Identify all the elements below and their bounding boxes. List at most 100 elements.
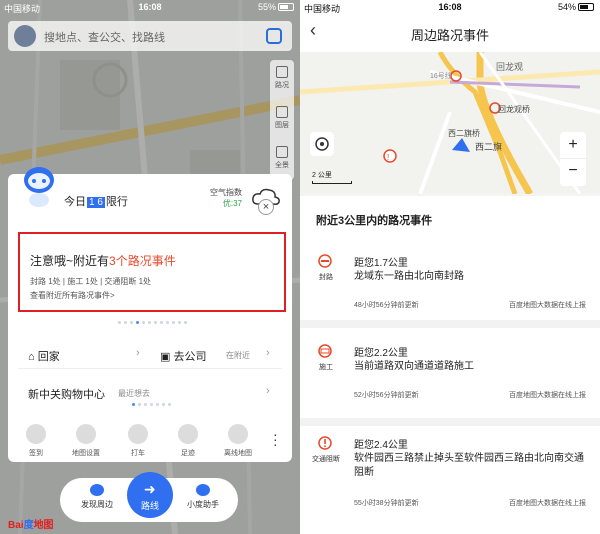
more-icon[interactable]: · · · bbox=[273, 427, 278, 451]
eye-icon bbox=[90, 484, 104, 496]
map-label-line16: 16号线 bbox=[430, 71, 452, 80]
robot-mascot-icon bbox=[24, 167, 54, 207]
battery-indicator: 55% bbox=[258, 2, 294, 12]
route-button[interactable]: ➜ 路线 bbox=[127, 472, 173, 518]
crosshair-icon bbox=[315, 137, 329, 151]
location-pin-icon bbox=[26, 424, 46, 444]
recent-note: 最近想去 bbox=[118, 389, 150, 398]
map-label-huilongguan-bridge: 回龙观桥 bbox=[498, 104, 530, 114]
panorama-icon bbox=[276, 146, 288, 158]
map-settings-button[interactable]: 地图设置 bbox=[66, 424, 106, 458]
zoom-out-button[interactable]: − bbox=[560, 159, 586, 186]
assistant-button[interactable]: 小度助手 bbox=[178, 484, 228, 510]
event-distance: 距您2.4公里 bbox=[354, 440, 408, 451]
traffic-alert-box[interactable]: 注意哦~附近有3个路况事件 封路 1处 | 施工 1处 | 交通阻断 1处 查看… bbox=[18, 232, 286, 312]
battery-icon bbox=[578, 3, 594, 11]
taxi-button[interactable]: 打车 bbox=[118, 424, 158, 458]
search-input[interactable]: 搜地点、查公交、找路线 bbox=[44, 29, 165, 45]
offline-map-button[interactable]: 离线地图 bbox=[218, 424, 258, 458]
event-category: 封路 bbox=[319, 274, 333, 281]
traffic-blocked-icon bbox=[318, 436, 332, 450]
event-card[interactable]: 交通阻断 距您2.4公里 软件园西三路禁止掉头至软件园西三路由北向南交通阻断 5… bbox=[308, 436, 592, 516]
section-title: 附近3公里内的路况事件 bbox=[316, 215, 433, 227]
chevron-right-icon: › bbox=[266, 385, 270, 397]
event-source: 百度地图大数据在线上报 bbox=[509, 302, 586, 309]
location-pin-icon bbox=[76, 424, 96, 444]
construction-icon bbox=[318, 344, 332, 358]
battery-percent: 55% bbox=[257, 2, 276, 12]
zoom-in-button[interactable]: + bbox=[560, 132, 586, 159]
battery-percent: 54% bbox=[557, 2, 576, 12]
status-bar: 中国移动 16:08 54% bbox=[300, 0, 600, 14]
traffic-icon bbox=[276, 66, 288, 78]
map-label-huilongguan: 回龙观 bbox=[496, 61, 523, 72]
events-list: 附近3公里内的路况事件 封路 距您1.7公里 龙域东一路由北向南封路 48小时5… bbox=[300, 196, 600, 534]
assistant-icon bbox=[196, 484, 210, 496]
footprint-button[interactable]: 足迹 bbox=[168, 424, 208, 458]
svg-text:!: ! bbox=[387, 153, 389, 162]
battery-indicator: 54% bbox=[558, 2, 594, 12]
clock: 16:08 bbox=[438, 2, 462, 12]
discover-nearby-button[interactable]: 发现周边 bbox=[72, 484, 122, 510]
battery-icon bbox=[278, 3, 294, 11]
chevron-right-icon: › bbox=[266, 347, 270, 359]
view-all-events-link[interactable]: 查看附近所有路况事件> bbox=[30, 290, 115, 301]
company-note: 在附近 bbox=[226, 351, 250, 360]
layers-toggle[interactable]: 图层 bbox=[270, 100, 294, 140]
close-icon[interactable]: × bbox=[258, 199, 274, 215]
restriction-digits: 1 6 bbox=[87, 197, 105, 208]
event-source: 百度地图大数据在线上报 bbox=[509, 500, 586, 507]
avatar[interactable] bbox=[14, 25, 36, 47]
traffic-toggle[interactable]: 路况 bbox=[270, 60, 294, 100]
traffic-restriction: 今日 1 6 限行 bbox=[64, 196, 128, 208]
divider bbox=[300, 320, 600, 328]
event-category: 施工 bbox=[319, 364, 333, 371]
checkin-button[interactable]: 签到 bbox=[16, 424, 56, 458]
alert-summary: 封路 1处 | 施工 1处 | 交通阻断 1处 bbox=[30, 277, 152, 286]
carousel-dots bbox=[116, 321, 188, 324]
layers-icon bbox=[276, 106, 288, 118]
event-category: 交通阻断 bbox=[312, 456, 340, 463]
voice-icon[interactable] bbox=[266, 28, 282, 44]
route-arrow-icon: ➜ bbox=[144, 481, 156, 497]
home-company-row: ⌂ 回家 › ▣ 去公司 在附近 › bbox=[18, 339, 282, 369]
go-company-button[interactable]: ▣ 去公司 bbox=[160, 348, 206, 364]
home-screen: 中国移动 16:08 55% 搜地点、查公交、找路线 路况 图层 全景 今日 1 … bbox=[0, 0, 300, 534]
search-bar[interactable]: 搜地点、查公交、找路线 bbox=[8, 21, 292, 51]
event-description: 当前道路双向通道道路施工 bbox=[354, 361, 474, 372]
event-distance: 距您1.7公里 bbox=[354, 258, 408, 269]
zoom-control: + − bbox=[560, 132, 586, 186]
divider bbox=[300, 418, 600, 426]
location-pin-icon bbox=[178, 424, 198, 444]
map-label-xierqi-bridge: 西二旗桥 bbox=[448, 128, 480, 138]
air-quality: 空气指数 优:37 bbox=[210, 188, 242, 208]
event-card[interactable]: 封路 距您1.7公里 龙域东一路由北向南封路 48小时56分钟前更新 百度地图大… bbox=[308, 254, 592, 320]
road-closed-icon bbox=[318, 254, 332, 268]
event-updated: 55小时38分钟前更新 bbox=[354, 500, 419, 507]
chevron-right-icon: › bbox=[136, 347, 140, 359]
recent-destination: 新中关购物中心 bbox=[28, 389, 105, 401]
event-updated: 52小时56分钟前更新 bbox=[354, 392, 419, 399]
map-toolbar: 路况 图层 全景 bbox=[270, 60, 294, 180]
event-source: 百度地图大数据在线上报 bbox=[509, 392, 586, 399]
locate-me-button[interactable] bbox=[310, 132, 334, 156]
info-card bbox=[8, 174, 292, 462]
event-updated: 48小时56分钟前更新 bbox=[354, 302, 419, 309]
alert-count: 3个路况事件 bbox=[109, 254, 176, 268]
map-label-xierqi: 西二旗 bbox=[475, 141, 502, 152]
location-pin-icon bbox=[128, 424, 148, 444]
go-home-button[interactable]: ⌂ 回家 bbox=[28, 348, 60, 364]
traffic-events-screen: 中国移动 16:08 54% ‹ 周边路况事件 ! 回龙观 回龙观桥 西二旗桥 … bbox=[300, 0, 600, 534]
status-bar: 中国移动 16:08 55% bbox=[0, 0, 300, 14]
location-pin-icon bbox=[228, 424, 248, 444]
event-description: 软件园西三路禁止掉头至软件园西三路由北向南交通阻断 bbox=[354, 453, 584, 478]
event-distance: 距您2.2公里 bbox=[354, 348, 408, 359]
map-scale: 2 公里 bbox=[312, 170, 352, 184]
event-card[interactable]: 施工 距您2.2公里 当前道路双向通道道路施工 52小时56分钟前更新 百度地图… bbox=[308, 344, 592, 410]
event-description: 龙域东一路由北向南封路 bbox=[354, 271, 464, 282]
alert-title: 注意哦~附近有3个路况事件 bbox=[30, 254, 176, 268]
screenshot-pair: 中国移动 16:08 55% 搜地点、查公交、找路线 路况 图层 全景 今日 1 … bbox=[0, 0, 600, 534]
clock: 16:08 bbox=[138, 2, 162, 12]
page-title: 周边路况事件 bbox=[410, 28, 489, 43]
carousel-dots-2 bbox=[130, 403, 172, 406]
